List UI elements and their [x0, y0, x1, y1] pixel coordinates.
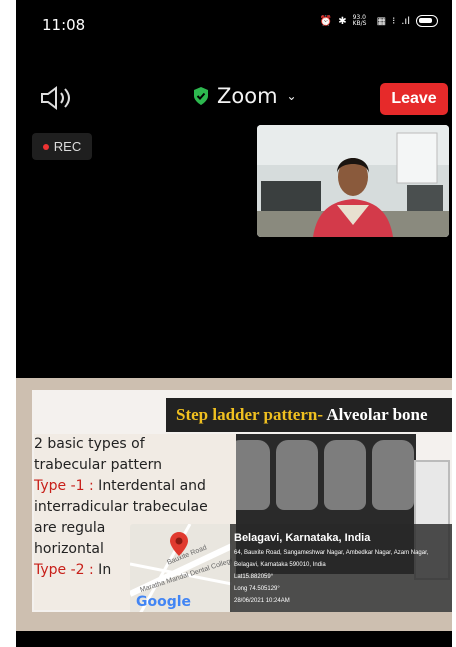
- geotag-latitude: Lat15.882059°: [234, 574, 274, 580]
- meeting-title: Zoom: [217, 84, 278, 108]
- chevron-down-icon: ⌄: [286, 89, 297, 103]
- record-dot-icon: [42, 143, 49, 150]
- geotag-datetime: 28/06/2021 10:24AM: [234, 598, 290, 604]
- slide-line: trabecular pattern: [34, 457, 163, 473]
- status-icons: ⏰ ✱ 93.0 KB/S ▦ ⁝ .ıl: [320, 15, 438, 27]
- shield-check-icon: [194, 87, 208, 105]
- alarm-icon: ⏰: [319, 15, 333, 27]
- bluetooth-icon: ✱: [338, 15, 347, 27]
- geotag-overlay: Belagavi, Karnataka, India 64, Bauxite R…: [230, 524, 452, 612]
- xray-tooth: [276, 440, 318, 510]
- geotag-longitude: Long 74.505129°: [234, 586, 280, 592]
- status-time: 11:08: [42, 16, 86, 34]
- participant-video-image: [257, 125, 449, 237]
- status-bar: 11:08 ⏰ ✱ 93.0 KB/S ▦ ⁝ .ıl: [16, 0, 452, 46]
- recording-indicator: REC: [32, 133, 92, 160]
- slide-title: Step ladder pattern- Alveolar bone: [176, 405, 428, 425]
- xray-tooth: [372, 440, 414, 510]
- speaker-icon[interactable]: [38, 84, 74, 112]
- type1-label: Type -1 :: [34, 478, 94, 494]
- wifi-icon: ⁝: [392, 15, 396, 27]
- type2-text: In: [93, 562, 112, 578]
- geotag-address-1: 64, Bauxite Road, Sangameshwar Nagar, Am…: [234, 550, 429, 556]
- signal-icon: .ıl: [401, 15, 410, 27]
- slide-title-rest: Alveolar bone: [323, 405, 428, 424]
- map-thumbnail: Bauxite Road Maratha Mandal Dental Colle…: [130, 524, 232, 612]
- geotag-address-2: Belagavi, Karnataka 590010, India: [234, 562, 326, 568]
- slide-line: 2 basic types of: [34, 436, 145, 452]
- slide-title-highlight: Step ladder pattern-: [176, 405, 324, 424]
- map-pin-icon: [170, 532, 188, 556]
- type2-label: Type -2 :: [34, 562, 94, 578]
- type1-text: Interdental and: [93, 478, 206, 494]
- meeting-top-bar: Zoom ⌄ Leave: [16, 76, 452, 120]
- data-speed-icon: 93.0 KB/S: [352, 14, 367, 27]
- slide-title-box: Step ladder pattern- Alveolar bone: [166, 398, 452, 432]
- phone-screen: 11:08 ⏰ ✱ 93.0 KB/S ▦ ⁝ .ıl Zoom ⌄ Leave: [16, 0, 452, 647]
- battery-icon: [416, 15, 438, 27]
- slide-line: interradicular trabeculae: [34, 499, 208, 515]
- participant-video-thumbnail[interactable]: [257, 125, 449, 237]
- geotag-title: Belagavi, Karnataka, India: [234, 532, 371, 544]
- xray-tooth: [324, 440, 366, 510]
- recording-label: REC: [53, 139, 82, 154]
- meeting-title-dropdown[interactable]: Zoom ⌄: [192, 84, 297, 108]
- presentation-slide: Step ladder pattern- Alveolar bone 2 bas…: [32, 390, 452, 612]
- google-logo: Google: [136, 594, 192, 610]
- screen-share-area: Step ladder pattern- Alveolar bone 2 bas…: [16, 378, 452, 631]
- volte-icon: ▦: [376, 15, 387, 27]
- slide-line: Type -1 : Interdental and: [34, 476, 236, 497]
- leave-button[interactable]: Leave: [380, 83, 448, 115]
